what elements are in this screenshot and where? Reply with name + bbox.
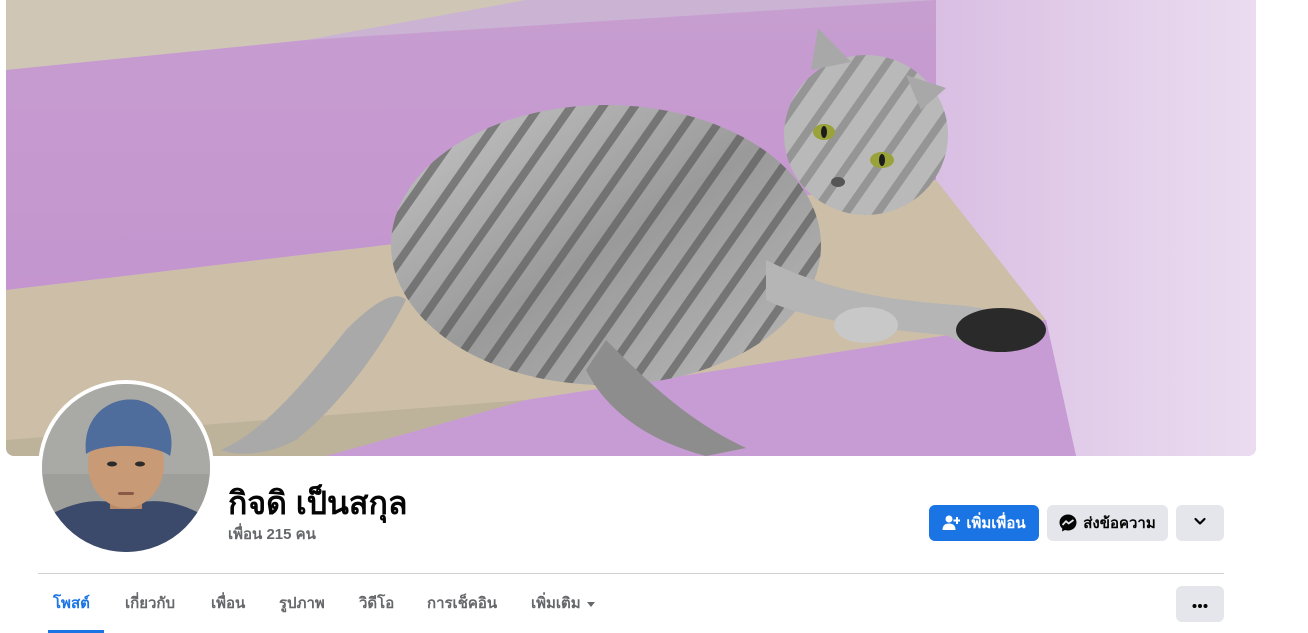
tab-posts[interactable]: โพสต์	[53, 586, 90, 622]
chevron-down-icon	[1193, 514, 1207, 532]
ellipsis-icon	[1192, 596, 1208, 613]
profile-picture-frame[interactable]	[38, 380, 214, 556]
add-friend-label: เพิ่มเพื่อน	[966, 515, 1026, 532]
tab-label: โพสต์	[53, 595, 90, 612]
avatar[interactable]	[42, 384, 210, 552]
tab-label: เพิ่มเติม	[531, 595, 581, 612]
section-divider	[38, 573, 1224, 574]
tab-more[interactable]: เพิ่มเติม	[531, 586, 595, 622]
tab-label: วิดีโอ	[359, 595, 395, 612]
tab-label: รูปภาพ	[279, 595, 325, 612]
tab-checkins[interactable]: การเช็คอิน	[427, 586, 497, 622]
overflow-menu-button[interactable]	[1176, 586, 1224, 622]
tab-videos[interactable]: วิดีโอ	[359, 586, 394, 622]
tab-label: เกี่ยวกับ	[125, 595, 176, 612]
tab-label: เพื่อน	[211, 595, 246, 612]
messenger-icon	[1059, 514, 1077, 532]
caret-down-icon	[586, 601, 595, 607]
tab-friends[interactable]: เพื่อน	[211, 586, 245, 622]
message-button[interactable]: ส่งข้อความ	[1047, 505, 1168, 541]
profile-more-button[interactable]	[1176, 505, 1224, 541]
cover-photo[interactable]	[6, 0, 1256, 456]
add-friend-button[interactable]: เพิ่มเพื่อน	[929, 505, 1039, 541]
message-label: ส่งข้อความ	[1083, 515, 1156, 532]
tab-label: การเช็คอิน	[427, 595, 498, 612]
person-plus-icon	[942, 514, 961, 532]
tab-photos[interactable]: รูปภาพ	[279, 586, 325, 622]
friends-count[interactable]: เพื่อน 215 คน	[228, 522, 316, 546]
tab-about[interactable]: เกี่ยวกับ	[125, 586, 175, 622]
